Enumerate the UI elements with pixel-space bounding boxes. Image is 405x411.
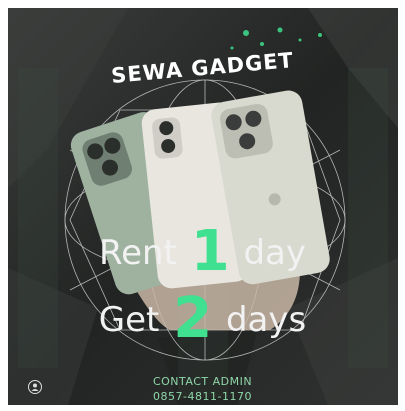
slogan-word-get: Get [98, 300, 160, 340]
contact-phone[interactable]: 0857-4811-1170 [0, 390, 405, 403]
slogan-number-1: 1 [190, 219, 230, 284]
slogan-word-days: days [225, 300, 307, 340]
slogan-word-rent: Rent [98, 233, 177, 273]
slogan-line-2: Get 2 days [0, 286, 405, 351]
slogan-word-day: day [243, 233, 307, 273]
contact-label: CONTACT ADMIN [152, 375, 253, 388]
promo-poster: SEWA GADGET Rent 1 day Get 2 days CONTAC… [0, 0, 405, 411]
slogan-number-2: 2 [173, 286, 213, 351]
slogan-line-1: Rent 1 day [0, 219, 405, 284]
user-icon[interactable] [28, 380, 42, 394]
